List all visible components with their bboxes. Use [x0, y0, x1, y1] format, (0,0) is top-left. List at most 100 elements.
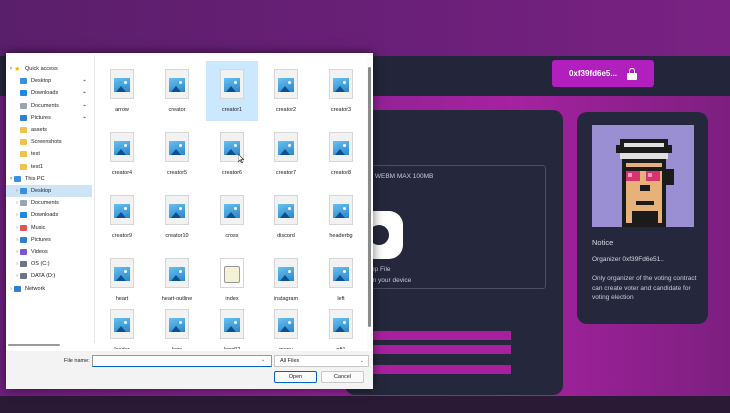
file-name-label: File name: [64, 358, 90, 364]
file-item[interactable]: logo [151, 301, 203, 349]
network-icon [14, 285, 21, 292]
file-item[interactable]: creator5 [151, 124, 203, 184]
file-item[interactable]: creator10 [151, 187, 203, 247]
sidebar-item[interactable]: Desktop ⌖ [6, 75, 92, 87]
notice-title: Notice [592, 238, 614, 247]
navigation-pane: ˅ ★ Quick access Desktop ⌖ Downloads ⌖ Document… [6, 61, 94, 351]
sidebar-item-label: OS (C:) [31, 261, 50, 268]
sidebar-item-label: Downloads [31, 212, 59, 219]
sidebar-item-label: Documents [31, 200, 59, 207]
file-item[interactable]: discord [260, 187, 312, 247]
mouse-cursor-icon [238, 154, 244, 163]
file-name: arrow [115, 107, 129, 113]
cancel-button[interactable]: Cancel [321, 371, 364, 383]
music-icon [20, 224, 27, 231]
nav-horizontal-scrollbar[interactable] [8, 343, 94, 347]
file-item[interactable]: nft1 [315, 301, 366, 349]
desktop-icon [20, 78, 27, 85]
sidebar-item[interactable]: › Pictures [6, 234, 92, 246]
sidebar-item[interactable]: › OS (C:) [6, 258, 92, 270]
input-field[interactable] [373, 331, 511, 340]
file-item[interactable]: cross [206, 187, 258, 247]
chevron-down-icon: ⌄ [359, 358, 364, 364]
sidebar-item-label: Downloads [31, 90, 59, 97]
file-type-filter[interactable]: All Files ⌄ [274, 355, 369, 367]
file-name: logo [151, 347, 203, 349]
file-name: nft1 [315, 347, 366, 349]
image-file-icon [165, 132, 189, 162]
chevron-down-icon[interactable]: ⌄ [261, 357, 265, 363]
pin-icon: ⌖ [83, 102, 86, 109]
sidebar-item-label: Videos [31, 249, 48, 255]
input-field[interactable] [373, 345, 511, 354]
input-field[interactable] [373, 365, 511, 374]
file-item[interactable]: creator7 [260, 124, 312, 184]
document-icon [20, 200, 27, 207]
folder-icon [20, 151, 27, 158]
open-button[interactable]: Open [274, 371, 317, 383]
file-name: creator8 [330, 170, 352, 176]
drive-icon [20, 261, 27, 268]
file-item[interactable]: logo02 [206, 301, 258, 349]
file-item[interactable]: menu [260, 301, 312, 349]
file-name: creator4 [111, 170, 133, 176]
lock-icon [627, 67, 638, 80]
file-item[interactable]: creator1 [206, 61, 258, 121]
sidebar-item[interactable]: › Music [6, 222, 92, 234]
image-file-icon [329, 69, 353, 99]
file-item[interactable]: loader [96, 301, 148, 349]
sidebar-item[interactable]: Documents ⌖ [6, 100, 92, 112]
file-item[interactable]: creator2 [260, 61, 312, 121]
file-item[interactable]: creator6 [206, 124, 258, 184]
sidebar-item[interactable]: › Desktop [6, 185, 92, 197]
file-name: discord [277, 233, 295, 239]
sidebar-item-label: Pictures [31, 114, 51, 121]
sidebar-item-label: Documents [31, 102, 59, 109]
sidebar-item[interactable]: Screenshots [6, 136, 92, 148]
scrollbar-thumb[interactable] [368, 67, 371, 327]
file-name: cross [225, 233, 239, 239]
file-item[interactable]: creator9 [96, 187, 148, 247]
pin-icon: ⌖ [83, 90, 86, 97]
sidebar-item[interactable]: ˅ ★ Quick access [6, 63, 92, 75]
sidebar-item[interactable]: test1 [6, 161, 92, 173]
image-file-icon [165, 195, 189, 225]
image-file-icon [329, 132, 353, 162]
avatar [592, 125, 694, 227]
drop-title: op File [371, 266, 391, 273]
file-item[interactable]: creator3 [315, 61, 366, 121]
image-file-icon [220, 309, 244, 339]
file-name: menu [260, 347, 312, 349]
sidebar-item[interactable]: › Documents [6, 197, 92, 209]
pin-icon: ⌖ [83, 114, 86, 121]
sidebar-item[interactable]: Downloads ⌖ [6, 87, 92, 99]
pictures-icon [20, 114, 27, 121]
file-item[interactable]: creator [151, 61, 203, 121]
sidebar-item-label: Screenshots [31, 139, 62, 146]
sidebar-item[interactable]: › Network [6, 283, 92, 295]
file-item[interactable]: creator8 [315, 124, 366, 184]
image-file-icon [274, 195, 298, 225]
file-name-input[interactable] [92, 355, 272, 367]
sidebar-item-label: Quick access [25, 66, 58, 72]
sidebar-item[interactable]: › DATA (D:) [6, 270, 92, 282]
sidebar-item[interactable]: test [6, 148, 92, 160]
sidebar-item[interactable]: › Downloads [6, 209, 92, 221]
file-item[interactable]: headerbg [315, 187, 366, 247]
image-file-icon [274, 309, 298, 339]
sidebar-item[interactable]: Pictures ⌖ [6, 112, 92, 124]
file-name: creator7 [275, 170, 297, 176]
pictures-icon [20, 236, 27, 243]
wallet-address-button[interactable]: 0xf39fd6e5... [552, 60, 654, 87]
sidebar-item[interactable]: assets [6, 124, 92, 136]
file-item[interactable]: arrow [96, 61, 148, 121]
download-icon [20, 90, 27, 97]
pane-divider[interactable] [94, 55, 95, 343]
file-open-dialog: ˅ ★ Quick access Desktop ⌖ Downloads ⌖ Document… [6, 53, 373, 389]
file-name: creator9 [111, 233, 133, 239]
sidebar-item[interactable]: ˅ This PC [6, 173, 92, 185]
sidebar-item[interactable]: › Videos [6, 246, 92, 258]
image-file-icon [329, 309, 353, 339]
file-item[interactable]: creator4 [96, 124, 148, 184]
file-name: creator6 [221, 170, 243, 176]
